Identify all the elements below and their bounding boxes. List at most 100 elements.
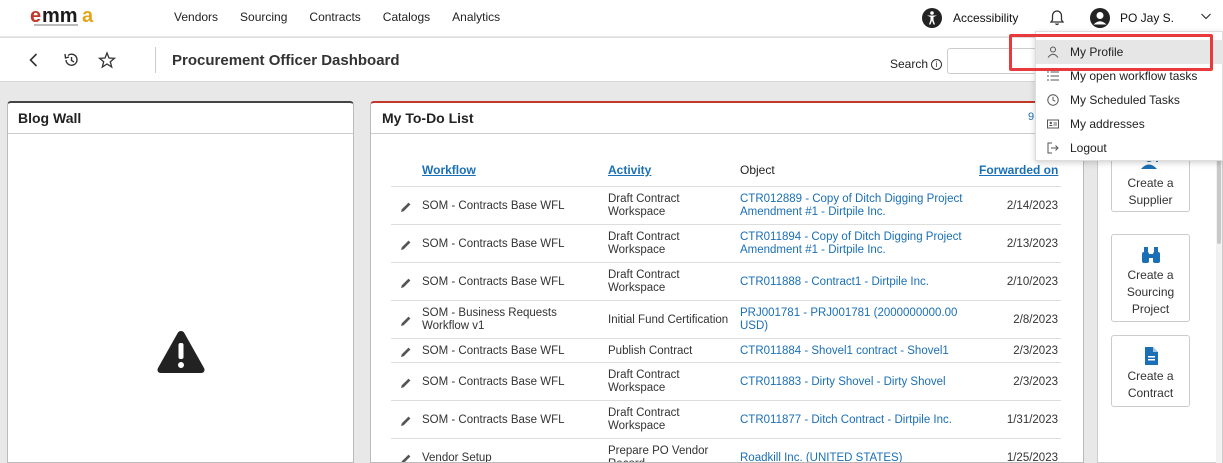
col-header-object: Object — [740, 163, 775, 177]
user-dropdown-menu: My Profile My open workflow tasks My Sch… — [1035, 31, 1223, 161]
chevron-down-icon[interactable] — [1200, 11, 1212, 21]
cell-activity: Draft Contract Workspace — [608, 407, 680, 432]
cell-forwarded-date: 2/10/2023 — [1006, 275, 1058, 288]
back-arrow-icon[interactable] — [25, 51, 43, 69]
create-contract-tile[interactable]: Create a Contract — [1111, 335, 1190, 407]
nav-contracts[interactable]: Contracts — [309, 10, 360, 24]
pencil-icon[interactable] — [400, 277, 412, 289]
cell-forwarded-date: 2/8/2023 — [1013, 313, 1058, 326]
cell-forwarded-date: 1/31/2023 — [1006, 413, 1058, 426]
table-row[interactable]: SOM - Contracts Base WFL Draft Contract W… — [391, 224, 1061, 262]
logout-icon — [1047, 142, 1059, 154]
user-menu-toggle[interactable]: PO Jay S. — [1089, 7, 1174, 29]
avatar — [1090, 8, 1110, 28]
cell-object-link[interactable]: CTR011894 - Copy of Ditch Digging Projec… — [740, 225, 975, 263]
cell-forwarded-date: 2/3/2023 — [1013, 375, 1058, 388]
menu-item-my-addresses[interactable]: My addresses — [1036, 112, 1223, 136]
todo-list-panel: My To-Do List 9 Workflow Activity Object… — [370, 101, 1084, 463]
page-title: Procurement Officer Dashboard — [172, 52, 400, 69]
blog-wall-title: Blog Wall — [18, 110, 82, 126]
menu-item-label: My addresses — [1070, 117, 1145, 131]
clock-icon — [1047, 94, 1059, 106]
svg-text:mm: mm — [42, 5, 78, 27]
accessibility-button[interactable]: Accessibility — [921, 7, 1018, 29]
list-icon — [1047, 71, 1059, 81]
pencil-icon[interactable] — [400, 453, 412, 463]
table-row[interactable]: SOM - Contracts Base WFL Draft Contract W… — [391, 262, 1061, 300]
menu-item-scheduled-tasks[interactable]: My Scheduled Tasks — [1036, 88, 1223, 112]
cell-workflow: SOM - Contracts Base WFL — [422, 275, 565, 288]
search-input[interactable] — [947, 48, 1037, 74]
pencil-icon[interactable] — [400, 239, 412, 251]
pencil-icon[interactable] — [400, 377, 412, 389]
emma-logo[interactable]: e mm a — [28, 5, 114, 27]
col-header-activity[interactable]: Activity — [608, 163, 651, 177]
tile-label: Create a Sourcing Project — [1126, 268, 1175, 316]
pencil-icon[interactable] — [400, 201, 412, 213]
nav-sourcing[interactable]: Sourcing — [240, 10, 287, 24]
cell-activity: Draft Contract Workspace — [608, 369, 680, 394]
cell-workflow: SOM - Contracts Base WFL — [422, 199, 565, 212]
panel-divider — [371, 133, 1083, 134]
col-header-workflow[interactable]: Workflow — [422, 163, 476, 177]
binoculars-icon — [1141, 247, 1160, 263]
menu-item-my-profile[interactable]: My Profile — [1036, 40, 1223, 64]
cell-workflow: SOM - Contracts Base WFL — [422, 344, 565, 357]
warning-icon — [157, 331, 205, 373]
nav-analytics[interactable]: Analytics — [452, 10, 500, 24]
svg-text:e: e — [30, 5, 41, 27]
cell-workflow: SOM - Contracts Base WFL — [422, 375, 565, 388]
menu-item-label: Logout — [1070, 141, 1107, 155]
cell-object-link[interactable]: PRJ001781 - PRJ001781 (2000000000.00 USD… — [740, 301, 975, 339]
col-header-forwarded-on[interactable]: Forwarded on — [979, 163, 1058, 177]
search-label: Search i — [890, 57, 943, 71]
cell-object-link[interactable]: CTR011884 - Shovel1 contract - Shovel1 — [740, 339, 975, 363]
user-name: PO Jay S. — [1120, 11, 1175, 25]
todo-count[interactable]: 9 — [1028, 111, 1034, 123]
nav-vendors[interactable]: Vendors — [174, 10, 218, 24]
main-nav: Vendors Sourcing Contracts Catalogs Anal… — [174, 10, 522, 24]
cell-forwarded-date: 2/3/2023 — [1013, 344, 1058, 357]
menu-item-label: My open workflow tasks — [1070, 69, 1198, 83]
accessibility-icon — [922, 8, 942, 28]
cell-activity: Draft Contract Workspace — [608, 193, 680, 218]
todo-title: My To-Do List — [382, 110, 474, 126]
search-label-text: Search — [890, 57, 929, 71]
cell-activity: Draft Contract Workspace — [608, 269, 680, 294]
create-sourcing-project-tile[interactable]: Create a Sourcing Project — [1111, 234, 1190, 322]
cell-object-link[interactable]: Roadkill Inc. (UNITED STATES) — [740, 439, 975, 463]
table-row[interactable]: SOM - Contracts Base WFL Draft Contract W… — [391, 186, 1061, 224]
menu-item-open-workflow-tasks[interactable]: My open workflow tasks — [1036, 64, 1223, 88]
address-card-icon — [1047, 119, 1059, 129]
cell-activity: Prepare PO Vendor Record — [608, 445, 709, 462]
panel-divider — [8, 133, 353, 134]
document-icon — [1144, 347, 1158, 365]
menu-item-logout[interactable]: Logout — [1036, 136, 1223, 160]
cell-object-link[interactable]: CTR011877 - Ditch Contract - Dirtpile In… — [740, 401, 975, 439]
history-icon[interactable] — [62, 51, 80, 69]
cell-object-link[interactable]: CTR012889 - Copy of Ditch Digging Projec… — [740, 187, 975, 225]
user-icon — [1047, 46, 1059, 58]
tile-label: Create a Supplier — [1127, 176, 1174, 207]
tile-label: Create a Contract — [1127, 369, 1174, 400]
cell-object-link[interactable]: CTR011888 - Contract1 - Dirtpile Inc. — [740, 263, 975, 301]
table-row[interactable]: SOM - Contracts Base WFL Draft Contract W… — [391, 400, 1061, 438]
info-icon[interactable]: i — [931, 58, 943, 70]
table-row[interactable]: SOM - Contracts Base WFL Draft Contract W… — [391, 362, 1061, 400]
cell-activity: Draft Contract Workspace — [608, 231, 680, 256]
pencil-icon[interactable] — [400, 346, 412, 358]
table-row[interactable]: SOM - Business Requests Workflow v1 Initi… — [391, 300, 1061, 338]
pencil-icon[interactable] — [400, 415, 412, 427]
cell-forwarded-date: 2/13/2023 — [1006, 237, 1058, 250]
cell-object-link[interactable]: CTR011883 - Dirty Shovel - Dirty Shovel — [740, 363, 975, 401]
table-row[interactable]: Vendor Setup Prepare PO Vendor Record Road… — [391, 438, 1061, 463]
cell-workflow: SOM - Business Requests Workflow v1 — [422, 307, 557, 332]
pencil-icon[interactable] — [400, 315, 412, 327]
cell-forwarded-date: 2/14/2023 — [1006, 199, 1058, 212]
cell-workflow: SOM - Contracts Base WFL — [422, 413, 565, 426]
star-icon[interactable] — [98, 51, 116, 69]
table-row[interactable]: SOM - Contracts Base WFL Publish Contract… — [391, 338, 1061, 362]
bell-icon[interactable] — [1048, 9, 1066, 27]
header-divider — [155, 47, 156, 73]
nav-catalogs[interactable]: Catalogs — [383, 10, 430, 24]
